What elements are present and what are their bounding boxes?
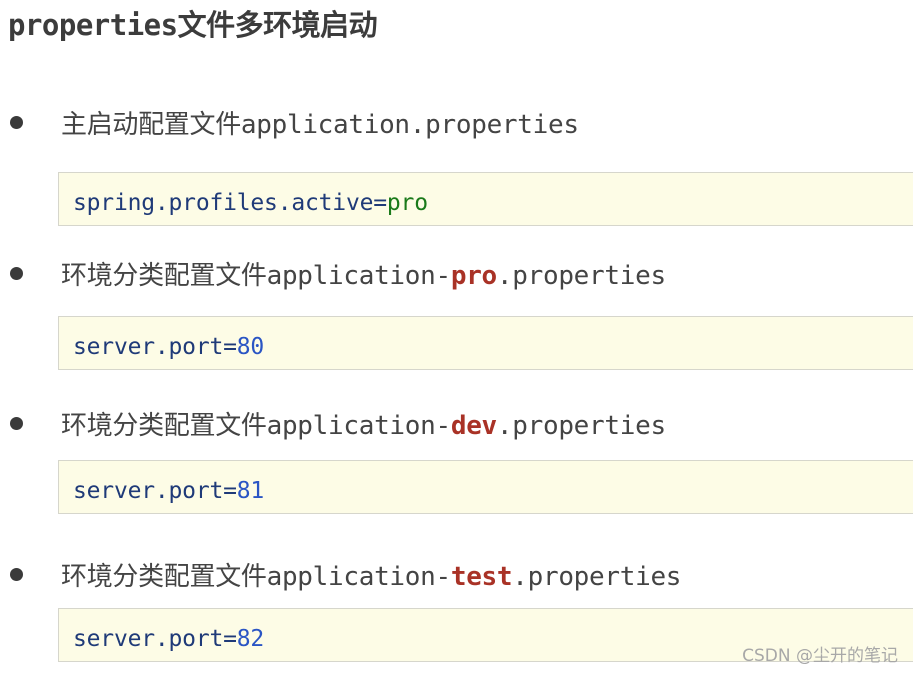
bullet-icon — [10, 568, 23, 581]
label-suffix: .properties — [512, 562, 682, 592]
code-value: 81 — [236, 478, 265, 504]
code-line: server.port=81 — [73, 478, 264, 504]
label-prefix: 环境分类配置文件application- — [61, 411, 451, 441]
page-title: properties文件多环境启动 — [8, 8, 378, 42]
code-key: server.port — [73, 478, 224, 504]
list-item-label: 主启动配置文件application.properties — [61, 104, 579, 141]
code-key: server.port — [73, 626, 224, 652]
code-block: server.port=81 — [58, 460, 913, 514]
code-line: server.port=80 — [73, 334, 264, 360]
code-equals: = — [223, 334, 237, 360]
code-value: 82 — [236, 626, 265, 652]
code-equals: = — [223, 478, 237, 504]
label-prefix: 主启动配置文件application — [61, 110, 410, 140]
code-equals: = — [223, 626, 237, 652]
bullet-icon — [10, 267, 23, 280]
label-prefix: 环境分类配置文件application- — [61, 562, 451, 592]
label-prefix: 环境分类配置文件application- — [61, 261, 451, 291]
code-value: 80 — [236, 334, 265, 360]
code-equals: = — [373, 190, 387, 216]
watermark-text: CSDN @尘开的笔记 — [742, 646, 898, 666]
code-block: spring.profiles.active=pro — [58, 172, 913, 226]
list-item-label: 环境分类配置文件application-pro.properties — [61, 255, 666, 292]
label-suffix: .properties — [496, 261, 666, 291]
list-item-label: 环境分类配置文件application-test.properties — [61, 556, 681, 593]
code-key: spring.profiles.active — [73, 190, 374, 216]
code-line: spring.profiles.active=pro — [73, 190, 428, 216]
bullet-icon — [10, 417, 23, 430]
code-line: server.port=82 — [73, 626, 264, 652]
label-highlight: test — [450, 562, 513, 592]
code-value: pro — [386, 190, 428, 216]
code-block: server.port=80 — [58, 316, 913, 370]
list-item-label: 环境分类配置文件application-dev.properties — [61, 405, 666, 442]
code-key: server.port — [73, 334, 224, 360]
bullet-icon — [10, 116, 23, 129]
label-suffix: .properties — [496, 411, 666, 441]
label-highlight: dev — [450, 411, 497, 441]
label-highlight: pro — [450, 261, 497, 291]
label-suffix: .properties — [409, 110, 579, 140]
